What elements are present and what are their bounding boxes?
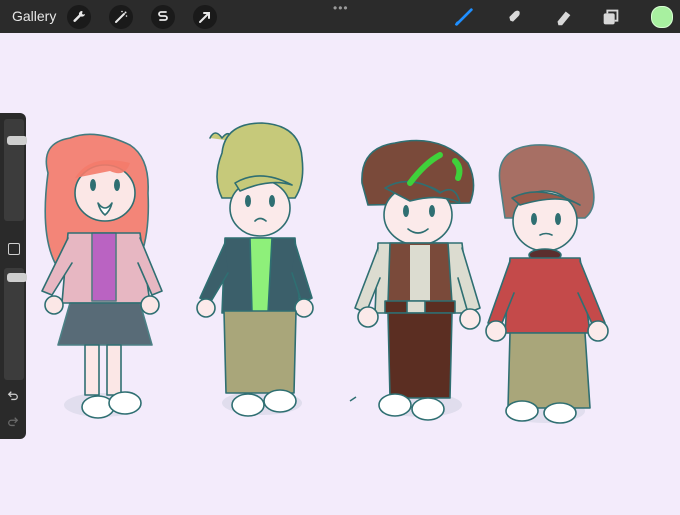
character-boy-brown-vest	[354, 139, 481, 421]
brush-sidebar	[0, 113, 27, 439]
brush-icon[interactable]	[452, 5, 476, 29]
opacity-thumb[interactable]	[7, 273, 27, 282]
gallery-button[interactable]: Gallery	[12, 8, 56, 24]
layers-icon[interactable]	[599, 5, 623, 29]
top-toolbar: Gallery •••	[0, 0, 680, 33]
adjustments-wand-icon[interactable]	[109, 5, 133, 29]
undo-icon[interactable]	[6, 389, 20, 403]
stray-mark	[349, 396, 357, 402]
opacity-slider[interactable]	[4, 268, 27, 380]
brush-size-slider[interactable]	[4, 119, 27, 221]
smudge-icon[interactable]	[501, 5, 525, 29]
character-boy-blonde	[196, 122, 314, 417]
eraser-icon[interactable]	[551, 5, 575, 29]
drawing-canvas[interactable]	[0, 33, 680, 510]
more-options-dots[interactable]: •••	[333, 2, 349, 14]
sketch-artwork	[41, 122, 609, 424]
brush-size-thumb[interactable]	[7, 136, 27, 145]
selection-icon[interactable]	[151, 5, 175, 29]
current-color-swatch[interactable]	[651, 6, 673, 28]
modify-button[interactable]	[8, 243, 20, 255]
redo-icon[interactable]	[6, 415, 20, 429]
transform-arrow-icon[interactable]	[193, 5, 217, 29]
actions-wrench-icon[interactable]	[67, 5, 91, 29]
character-red-sweater	[485, 144, 609, 424]
character-girl-red-hair	[41, 133, 163, 419]
